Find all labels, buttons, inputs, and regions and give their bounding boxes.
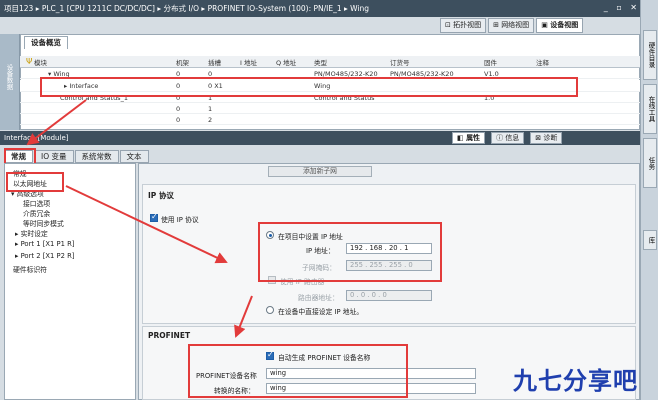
- nav-port-2[interactable]: ▸ Port 2 [X1 P2 R]: [15, 252, 74, 260]
- tab-properties[interactable]: ◧ 属性: [452, 132, 486, 144]
- nav-hardware-identifier[interactable]: 硬件标识符: [13, 264, 47, 274]
- filter-icon[interactable]: Ψ: [26, 57, 32, 66]
- col-type[interactable]: 类型: [314, 57, 327, 67]
- nav-interface-options[interactable]: 接口选项: [23, 198, 50, 208]
- device-data-strip[interactable]: 设备数据: [0, 34, 20, 130]
- highlight-ip-settings: [258, 222, 442, 282]
- highlight-ethernet-nav: [6, 172, 64, 192]
- properties-icon: ◧: [457, 134, 467, 142]
- ip-section-title: IP 协议: [148, 191, 174, 200]
- highlight-profinet-name: [188, 344, 408, 398]
- tab-topology-view[interactable]: ⊡ 拓扑视图: [440, 18, 487, 33]
- network-icon: ⊞: [493, 21, 502, 29]
- watermark-logo: 九七分享吧: [513, 367, 638, 395]
- overview-table-header: 模块 机架 插槽 I 地址 Q 地址 类型 订货号 固件 注释: [20, 56, 640, 68]
- tab-io-tags[interactable]: IO 变量: [34, 150, 74, 163]
- col-module[interactable]: 模块: [34, 57, 47, 67]
- router-address-input[interactable]: 0 . 0 . 0 . 0: [346, 290, 432, 301]
- col-q-address[interactable]: Q 地址: [276, 57, 296, 67]
- use-ip-checkbox[interactable]: [150, 212, 158, 222]
- window-controls[interactable]: _ ▫ ✕: [604, 3, 640, 12]
- col-rack[interactable]: 机架: [176, 57, 189, 67]
- highlight-interface-row: [40, 77, 578, 97]
- nav-realtime-settings[interactable]: ▸ 实时设定: [15, 228, 48, 238]
- set-ip-on-device-radio[interactable]: [266, 306, 274, 314]
- tab-system-constants[interactable]: 系统常数: [74, 150, 119, 163]
- col-i-address[interactable]: I 地址: [240, 57, 257, 67]
- inspector-tabs: ◧ 属性 ⓘ 信息 ⊠ 诊断: [452, 132, 563, 144]
- tab-device-view[interactable]: ▣ 设备视图: [536, 18, 584, 33]
- tab-device-overview[interactable]: 设备概览: [24, 36, 68, 49]
- tab-hardware-catalog[interactable]: 硬件目录: [643, 30, 657, 80]
- breadcrumb: 项目123 ▸ PLC_1 [CPU 1211C DC/DC/DC] ▸ 分布式…: [0, 0, 640, 17]
- view-tabs: ⊡ 拓扑视图 ⊞ 网络视图 ▣ 设备视图: [440, 18, 584, 34]
- col-comment[interactable]: 注释: [536, 57, 549, 67]
- nav-media-redundancy[interactable]: 介质冗余: [23, 208, 50, 218]
- col-order-number[interactable]: 订货号: [390, 57, 410, 67]
- col-firmware[interactable]: 固件: [484, 57, 497, 67]
- set-ip-on-device-label: 在设备中直接设定 IP 地址。: [278, 308, 364, 316]
- profinet-section-title: PROFINET: [148, 331, 191, 340]
- tab-texts[interactable]: 文本: [119, 150, 149, 163]
- tab-diagnostics[interactable]: ⊠ 诊断: [530, 132, 563, 144]
- device-icon: ▣: [541, 21, 551, 29]
- nav-port-1[interactable]: ▸ Port 1 [X1 P1 R]: [15, 240, 74, 248]
- table-row[interactable]: 0 2: [20, 115, 640, 125]
- topology-icon: ⊡: [445, 21, 454, 29]
- router-address-label: 路由器地址：: [298, 294, 339, 302]
- info-icon: ⓘ: [496, 134, 506, 142]
- table-row[interactable]: 0 1: [20, 104, 640, 114]
- tab-network-view[interactable]: ⊞ 网络视图: [488, 18, 535, 33]
- tab-info[interactable]: ⓘ 信息: [491, 132, 525, 144]
- tab-online-tools[interactable]: 在线工具: [643, 84, 657, 134]
- tab-tasks[interactable]: 任务: [643, 138, 657, 188]
- use-ip-label: 使用 IP 协议: [161, 216, 199, 224]
- col-slot[interactable]: 插槽: [208, 57, 221, 67]
- tab-library[interactable]: 库: [643, 230, 657, 250]
- nav-isochronous-mode[interactable]: 等时同步模式: [23, 218, 64, 228]
- right-task-bar: 硬件目录 在线工具 任务 库: [640, 0, 658, 400]
- add-subnet-button[interactable]: 添加新子网: [268, 166, 372, 177]
- property-nav-tree: 常规 以太网地址 ▾ 高级选项 接口选项 介质冗余 等时同步模式 ▸ 实时设定 …: [4, 163, 136, 400]
